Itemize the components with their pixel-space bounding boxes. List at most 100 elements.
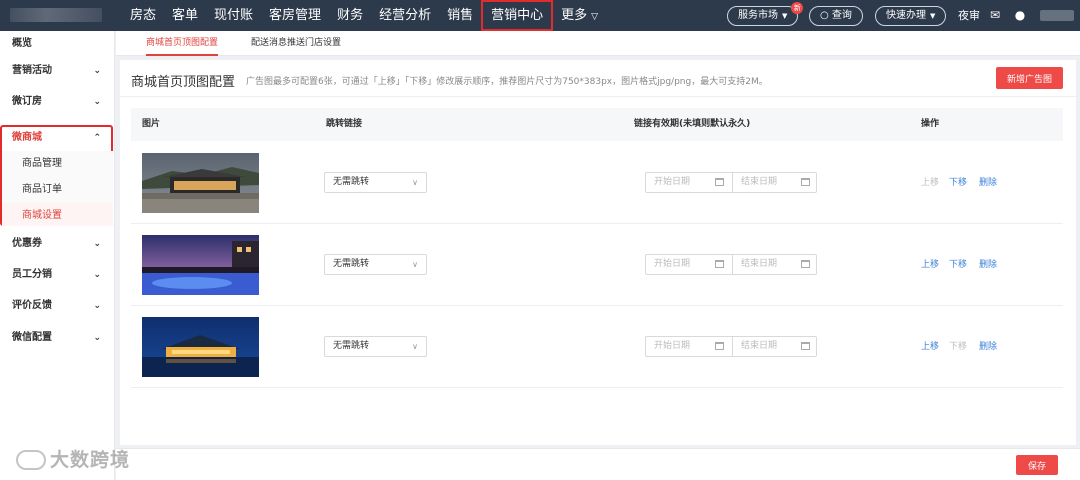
sidebar-item-label: 概览	[12, 38, 32, 49]
delete-button[interactable]: 删除	[979, 306, 997, 388]
sidebar-item-label: 营销活动	[12, 65, 52, 76]
link-select-value: 无需跳转	[333, 177, 370, 187]
watermark-text: 大数跨境	[50, 449, 131, 471]
sidebar-item-label: 微信配置	[12, 332, 52, 343]
sidebar-item-marketing-activity[interactable]: 营销活动 ⌄	[0, 58, 115, 84]
wechat-icon[interactable]: ✉	[988, 8, 1002, 22]
move-up-button[interactable]: 上移	[921, 306, 939, 388]
sidebar-item-micro-booking[interactable]: 微订房 ⌄	[0, 89, 115, 115]
quick-action-label: 快速办理	[886, 10, 926, 21]
chevron-down-icon: ⌄	[93, 301, 101, 311]
date-range-picker[interactable]: 开始日期 结束日期	[645, 336, 817, 357]
start-date-input[interactable]: 开始日期	[646, 255, 732, 274]
nav-item-business-analysis[interactable]: 经营分析	[371, 0, 439, 31]
nav-item-more[interactable]: 更多 ▽	[553, 0, 606, 31]
link-select[interactable]: 无需跳转 ∨	[324, 172, 427, 193]
brand-logo	[10, 8, 102, 22]
nav-item-cash-account[interactable]: 现付账	[206, 0, 261, 31]
sidebar-subitem-mall-settings[interactable]: 商城设置	[2, 203, 113, 226]
sidebar-item-label: 评价反馈	[12, 300, 52, 311]
table-header: 图片 跳转链接 链接有效期(未填则默认永久) 操作	[131, 108, 1063, 141]
chevron-down-icon: ⌄	[93, 270, 101, 280]
user-account[interactable]	[1040, 10, 1074, 21]
nav-more-label: 更多	[561, 8, 588, 23]
chevron-down-icon: ∨	[412, 260, 418, 269]
move-down-button[interactable]: 下移	[949, 306, 967, 388]
chevron-down-icon: ∨	[412, 178, 418, 187]
column-header-image: 图片	[142, 119, 161, 129]
calendar-icon	[715, 260, 724, 268]
calendar-icon	[801, 260, 810, 268]
date-range-picker[interactable]: 开始日期 结束日期	[645, 172, 817, 193]
banner-photo	[142, 317, 259, 377]
calendar-icon	[801, 342, 810, 350]
watermark-logo-icon	[16, 450, 46, 470]
start-date-placeholder: 开始日期	[654, 341, 691, 351]
table-row: 无需跳转 ∨ 开始日期 结束日期 上移 下移 删除	[131, 224, 1063, 306]
caret-down-icon: ▼	[782, 12, 788, 20]
sidebar-item-label: 微订房	[12, 96, 42, 107]
end-date-placeholder: 结束日期	[741, 177, 778, 187]
nav-item-sales[interactable]: 销售	[439, 0, 481, 31]
sidebar-group-micro-mall: 微商城 ⌃ 商品管理 商品订单 商城设置	[0, 125, 113, 226]
chevron-down-icon: ⌄	[93, 333, 101, 343]
sidebar-item-label: 优惠券	[12, 238, 42, 249]
sidebar-subitem-product-orders[interactable]: 商品订单	[2, 177, 113, 203]
nav-item-room-management[interactable]: 客房管理	[261, 0, 329, 31]
sidebar-subitem-product-management[interactable]: 商品管理	[2, 151, 113, 177]
move-down-button[interactable]: 下移	[949, 224, 967, 306]
tab-mall-top-banner[interactable]: 商城首页顶图配置	[146, 31, 219, 56]
calendar-icon	[801, 178, 810, 186]
watermark: 大数跨境	[8, 446, 144, 474]
chevron-down-icon: ∨	[412, 342, 418, 351]
end-date-placeholder: 结束日期	[741, 259, 778, 269]
add-banner-button[interactable]: 新增广告图	[996, 67, 1063, 89]
end-date-input[interactable]: 结束日期	[732, 337, 818, 356]
end-date-input[interactable]: 结束日期	[732, 255, 818, 274]
move-down-button[interactable]: 下移	[949, 142, 967, 224]
column-header-link: 跳转链接	[326, 119, 363, 129]
start-date-placeholder: 开始日期	[654, 259, 691, 269]
service-market-label: 服务市场	[738, 10, 778, 21]
link-select-value: 无需跳转	[333, 341, 370, 351]
nav-item-room-status[interactable]: 房态	[122, 0, 164, 31]
main-menu: 房态 客单 现付账 客房管理 财务 经营分析 销售 营销中心 更多 ▽	[122, 0, 606, 31]
date-range-picker[interactable]: 开始日期 结束日期	[645, 254, 817, 275]
chevron-down-icon: ⌄	[93, 66, 101, 76]
move-up-button[interactable]: 上移	[921, 142, 939, 224]
service-market-button[interactable]: 服务市场 ▼ 新	[727, 2, 804, 26]
save-button[interactable]: 保存	[1016, 455, 1058, 475]
sidebar-item-label: 微商城	[12, 132, 42, 143]
banner-image-1	[142, 153, 259, 213]
delete-button[interactable]: 删除	[979, 142, 997, 224]
sidebar-item-reviews[interactable]: 评价反馈 ⌄	[0, 293, 115, 319]
sidebar-item-coupons[interactable]: 优惠券 ⌄	[0, 231, 115, 257]
end-date-placeholder: 结束日期	[741, 341, 778, 351]
nav-item-finance[interactable]: 财务	[329, 0, 371, 31]
search-label: 查询	[831, 10, 852, 21]
search-button[interactable]: ○ 查询	[809, 6, 863, 26]
bell-icon[interactable]: ●	[1013, 8, 1027, 22]
tab-bar: 商城首页顶图配置 配送消息推送门店设置	[116, 31, 1080, 56]
sidebar-item-staff-distribution[interactable]: 员工分销 ⌄	[0, 262, 115, 288]
banner-photo	[142, 153, 259, 213]
page-title: 商城首页顶图配置	[131, 75, 236, 90]
nav-item-marketing-center[interactable]: 营销中心	[481, 0, 554, 31]
link-select[interactable]: 无需跳转 ∨	[324, 254, 427, 275]
night-audit-link[interactable]: 夜审	[958, 0, 980, 31]
search-icon: ○	[820, 10, 829, 21]
start-date-input[interactable]: 开始日期	[646, 173, 732, 192]
sidebar-item-micro-mall[interactable]: 微商城 ⌃	[0, 125, 115, 151]
sidebar-item-overview[interactable]: 概览	[0, 31, 115, 57]
end-date-input[interactable]: 结束日期	[732, 173, 818, 192]
link-select[interactable]: 无需跳转 ∨	[324, 336, 427, 357]
new-badge: 新	[791, 2, 804, 14]
quick-action-button[interactable]: 快速办理 ▼	[875, 6, 947, 26]
sidebar-item-wechat-config[interactable]: 微信配置 ⌄	[0, 325, 115, 351]
tab-delivery-push-settings[interactable]: 配送消息推送门店设置	[251, 31, 341, 56]
nav-item-guest-order[interactable]: 客单	[164, 0, 206, 31]
start-date-input[interactable]: 开始日期	[646, 337, 732, 356]
start-date-placeholder: 开始日期	[654, 177, 691, 187]
delete-button[interactable]: 删除	[979, 224, 997, 306]
move-up-button[interactable]: 上移	[921, 224, 939, 306]
